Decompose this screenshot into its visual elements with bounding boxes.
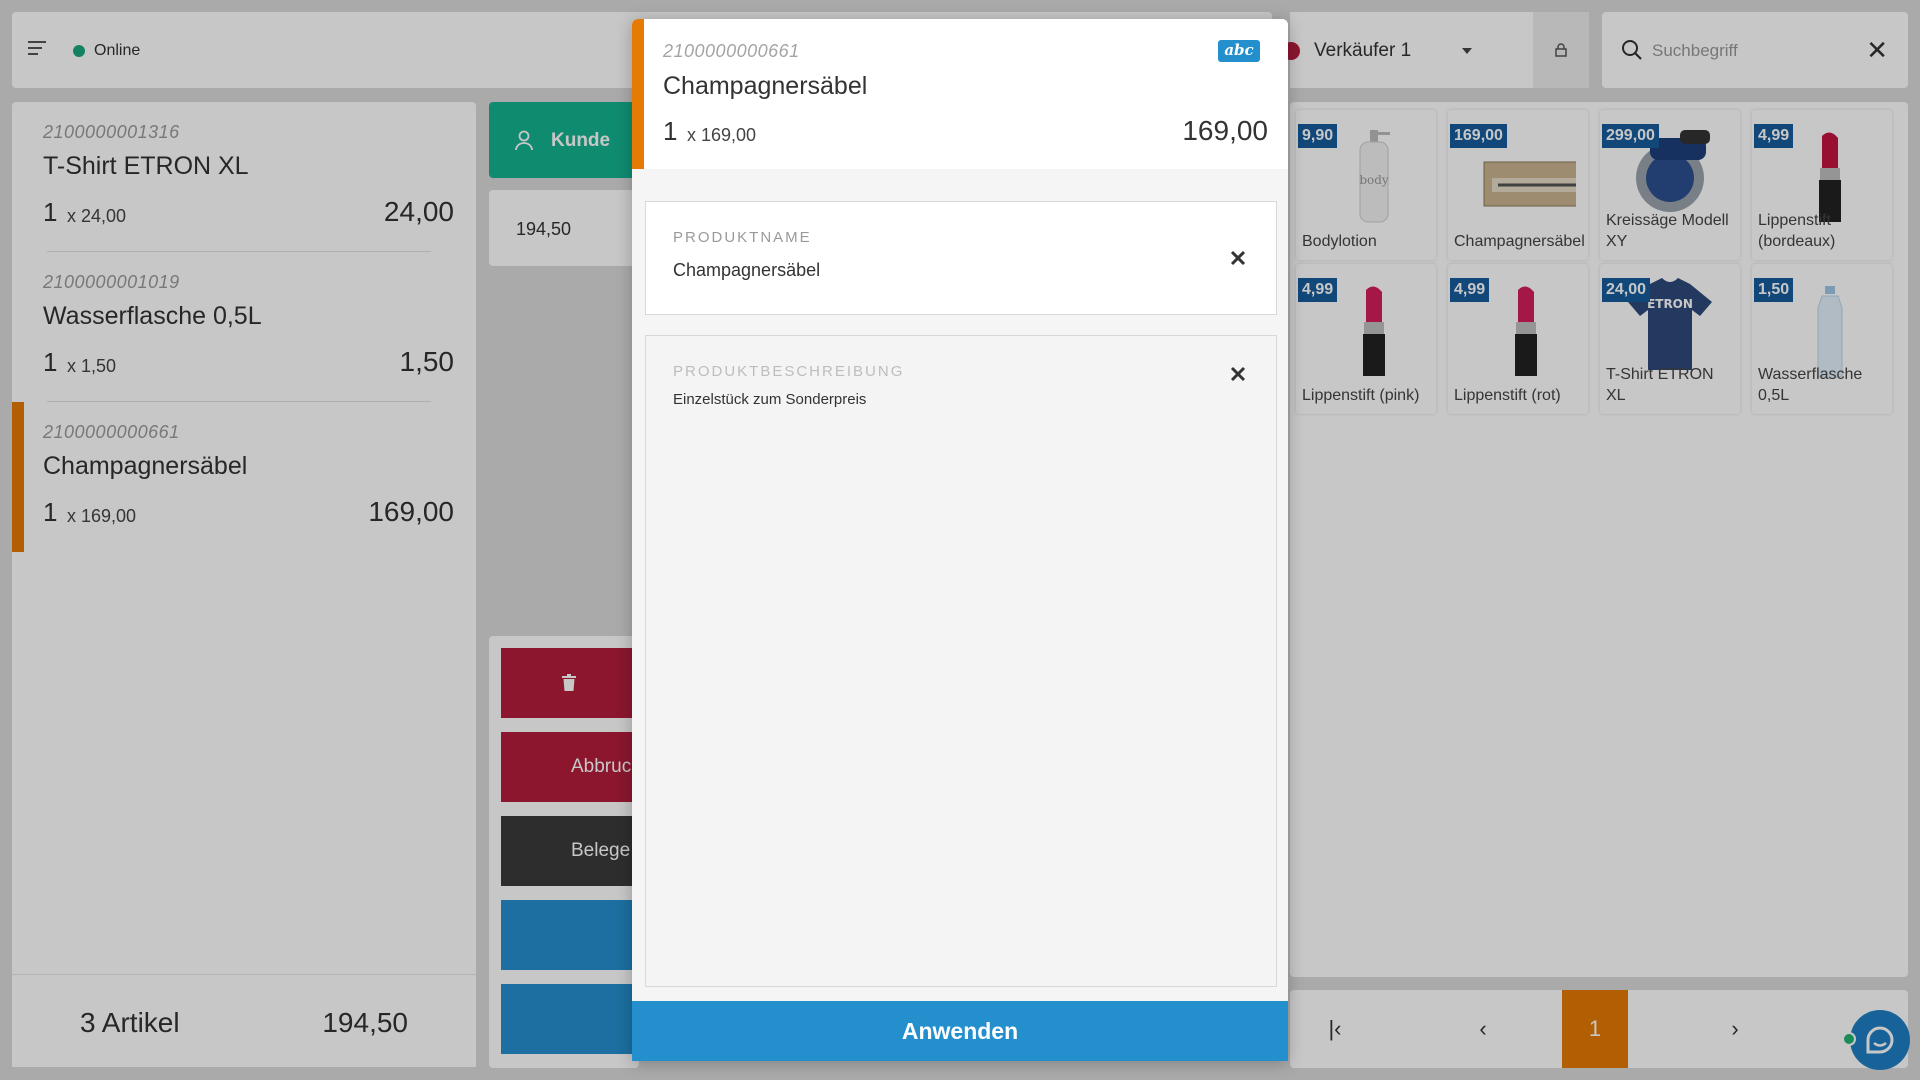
product-name-field[interactable]: Produktname Champagnersäbel <box>645 201 1277 315</box>
dialog-sku: 2100000000661 <box>663 41 800 61</box>
clear-icon[interactable] <box>1228 248 1248 268</box>
product-name-label: Produktname <box>673 229 812 246</box>
dialog-qty: 1 <box>663 116 678 146</box>
dialog-unit-price: x 169,00 <box>687 125 757 145</box>
product-edit-dialog: 2100000000661 abc Champagnersäbel 1 x 16… <box>632 19 1288 1061</box>
dialog-product-name: Champagnersäbel <box>663 72 868 100</box>
keyboard-toggle-icon[interactable]: abc <box>1218 40 1260 62</box>
product-description-label: Produktbeschreibung <box>673 363 905 380</box>
clear-icon[interactable] <box>1228 364 1248 384</box>
product-name-input[interactable]: Champagnersäbel <box>673 260 1193 281</box>
product-description-input[interactable]: Einzelstück zum Sonderpreis <box>673 391 1193 891</box>
dialog-total: 169,00 <box>1182 115 1268 146</box>
selected-marker <box>632 19 644 169</box>
dialog-header: 2100000000661 abc Champagnersäbel 1 x 16… <box>632 19 1288 169</box>
product-description-field[interactable]: Produktbeschreibung Einzelstück zum Sond… <box>645 335 1277 987</box>
apply-button[interactable]: Anwenden <box>632 1001 1288 1061</box>
dialog-body: Produktname Champagnersäbel Produktbesch… <box>632 169 1288 1001</box>
